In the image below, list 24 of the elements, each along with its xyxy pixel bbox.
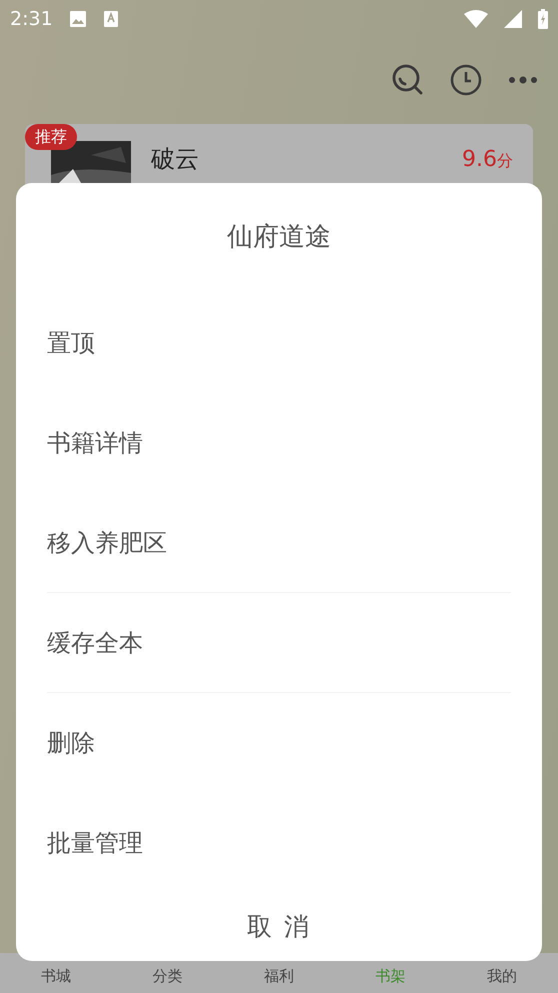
wifi-icon [464,10,488,28]
nav-tab[interactable]: 福利 [223,964,335,987]
font-icon [102,10,119,28]
image-icon [68,10,87,28]
recommend-badge: 推荐 [25,124,77,150]
battery-icon [538,9,548,29]
clock-icon[interactable] [450,64,482,96]
nav-tab[interactable]: 书城 [0,964,112,987]
menu-item[interactable]: 置顶 [47,293,511,393]
nav-tab[interactable]: 我的 [446,964,558,987]
cancel-button[interactable]: 取 消 [47,893,511,961]
book-title: 破云 [151,144,199,175]
menu-item[interactable]: 移入养肥区 [47,493,511,593]
nav-tab[interactable]: 分类 [112,964,224,987]
book-score: 9.6分 [462,146,513,174]
search-icon[interactable] [392,64,424,96]
menu-item[interactable]: 缓存全本 [47,593,511,693]
sheet-title: 仙府道途 [226,220,332,254]
menu-item[interactable]: 书籍详情 [47,393,511,493]
more-icon[interactable] [508,76,538,84]
status-time: 2:31 [10,6,53,32]
menu-item[interactable]: 删除 [47,693,511,793]
menu-item[interactable]: 批量管理 [47,793,511,893]
signal-icon [504,10,522,28]
